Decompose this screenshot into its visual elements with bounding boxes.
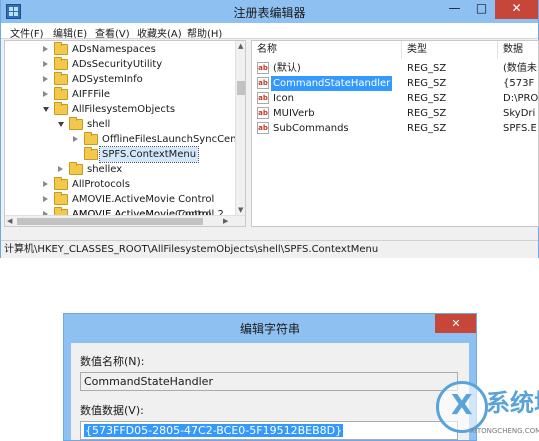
- key-tree-pane[interactable]: ADsNamespaces ADsSecurityUtility ADSyste…: [4, 40, 246, 227]
- status-bar-path: 计算机\HKEY_CLASSES_ROOT\AllFilesystemObjec…: [1, 240, 538, 258]
- value-type: REG_SZ: [407, 93, 447, 104]
- string-value-icon: ab: [257, 77, 269, 89]
- expand-arrow-icon[interactable]: [43, 46, 48, 52]
- folder-open-icon: [69, 117, 83, 130]
- folder-icon: [54, 42, 68, 55]
- folder-icon: [84, 147, 98, 160]
- expand-arrow-icon[interactable]: [73, 136, 78, 142]
- folder-icon: [69, 162, 83, 175]
- menu-view[interactable]: 查看(V): [95, 25, 130, 40]
- dialog-body: 数值名称(N): CommandStateHandler 数值数据(V): {5…: [71, 343, 469, 440]
- close-button[interactable]: ✕: [495, 0, 538, 19]
- expand-arrow-icon[interactable]: [43, 76, 48, 82]
- tree-horizontal-scrollbar[interactable]: ◀ ▶: [5, 215, 245, 226]
- title-bar[interactable]: 注册表编辑器 — □ ✕: [1, 0, 538, 23]
- menu-bar: 文件(F) 编辑(E) 查看(V) 收藏夹(A) 帮助(H): [1, 23, 538, 40]
- scroll-up-icon[interactable]: ▲: [238, 42, 243, 51]
- string-value-icon: ab: [257, 92, 269, 104]
- tree-item-label: shell: [87, 119, 111, 130]
- value-type: REG_SZ: [407, 78, 447, 89]
- folder-icon: [54, 57, 68, 70]
- collapse-arrow-icon[interactable]: [43, 107, 49, 112]
- expand-arrow-icon[interactable]: [43, 181, 48, 187]
- value-data: (数值未: [503, 63, 537, 74]
- string-value-icon: ab: [257, 122, 269, 134]
- watermark-logo: X 系统城 XITONGCHENG.COM: [434, 377, 539, 441]
- tree-item-label: ADsSecurityUtility: [72, 59, 163, 70]
- value-row[interactable]: ab (默认) REG_SZ (数值未: [252, 61, 538, 76]
- value-data: SPFS.E: [503, 123, 537, 134]
- string-value-icon: ab: [257, 62, 269, 74]
- folder-icon: [84, 132, 98, 145]
- tree-vertical-scrollbar[interactable]: ▲ ▼: [235, 41, 245, 216]
- value-data: {573F: [503, 78, 535, 89]
- tree-item-label: AMOVIE.ActiveMovie Control: [72, 194, 215, 205]
- collapse-arrow-icon[interactable]: [58, 122, 64, 127]
- expand-arrow-icon[interactable]: [58, 166, 63, 172]
- folder-open-icon: [54, 102, 68, 115]
- value-type: REG_SZ: [407, 63, 447, 74]
- expand-arrow-icon[interactable]: [43, 196, 48, 202]
- value-type: REG_SZ: [407, 108, 447, 119]
- value-name-label: 数值名称(N):: [80, 355, 145, 368]
- minimize-button[interactable]: —: [441, 0, 468, 19]
- folder-icon: [54, 177, 68, 190]
- value-name: SubCommands: [273, 123, 349, 134]
- scroll-right-icon[interactable]: ▶: [223, 217, 228, 226]
- watermark-text: 系统城: [486, 389, 539, 417]
- value-data-label: 数值数据(V):: [80, 404, 144, 417]
- menu-file[interactable]: 文件(F): [10, 25, 44, 40]
- menu-favorites[interactable]: 收藏夹(A): [137, 25, 182, 40]
- menu-edit[interactable]: 编辑(E): [53, 25, 87, 40]
- expand-arrow-icon[interactable]: [43, 61, 48, 67]
- column-header-data[interactable]: 数据: [498, 41, 538, 59]
- menu-help[interactable]: 帮助(H): [187, 25, 222, 40]
- value-row-selected[interactable]: ab CommandStateHandler REG_SZ {573F: [252, 76, 538, 91]
- value-data-field[interactable]: {573FFD05-2805-47C2-BCE0-5F19512BEB8D}: [80, 421, 458, 440]
- registry-editor-window: 注册表编辑器 — □ ✕ 文件(F) 编辑(E) 查看(V) 收藏夹(A) 帮助…: [0, 0, 539, 258]
- value-name-field[interactable]: CommandStateHandler: [80, 372, 458, 391]
- folder-icon: [54, 192, 68, 205]
- watermark-x-icon: X: [451, 388, 473, 421]
- scroll-left-icon[interactable]: ◀: [7, 217, 12, 226]
- expand-arrow-icon[interactable]: [43, 91, 48, 97]
- tree-item-label: AIFFFile: [72, 89, 111, 100]
- value-name: Icon: [273, 93, 294, 104]
- value-row[interactable]: ab SubCommands REG_SZ SPFS.E: [252, 121, 538, 136]
- scroll-down-icon[interactable]: ▼: [238, 206, 243, 215]
- value-name: MUIVerb: [273, 108, 315, 119]
- value-data-text: {573FFD05-2805-47C2-BCE0-5F19512BEB8D}: [84, 424, 344, 437]
- value-row[interactable]: ab Icon REG_SZ D:\PRO: [252, 91, 538, 106]
- scrollbar-thumb[interactable]: [17, 218, 203, 225]
- value-row[interactable]: ab MUIVerb REG_SZ SkyDri: [252, 106, 538, 121]
- values-list-pane[interactable]: 名称 类型 数据 ab (默认) REG_SZ (数值未 ab CommandS…: [251, 40, 539, 227]
- value-type: REG_SZ: [407, 123, 447, 134]
- string-value-icon: ab: [257, 107, 269, 119]
- scrollbar-thumb[interactable]: [237, 81, 245, 95]
- watermark-url: XITONGCHENG.COM: [470, 427, 539, 435]
- dialog-close-button[interactable]: ✕: [435, 314, 476, 333]
- folder-icon: [54, 72, 68, 85]
- edit-string-dialog: 编辑字符串 ✕ 数值名称(N): CommandStateHandler 数值数…: [63, 313, 477, 441]
- folder-icon: [54, 87, 68, 100]
- tree-item-label: ADSystemInfo: [72, 74, 143, 85]
- value-data: D:\PRO: [503, 93, 539, 104]
- tree-item-label: AllFilesystemObjects: [72, 104, 176, 115]
- tree-item-label: AllProtocols: [72, 179, 130, 190]
- column-header-name[interactable]: 名称: [252, 41, 402, 59]
- tree-item-label: SPFS.ContextMenu: [98, 146, 200, 163]
- value-name: (默认): [273, 63, 301, 74]
- maximize-button[interactable]: □: [468, 0, 495, 19]
- value-name: CommandStateHandler: [271, 76, 393, 91]
- column-header-type[interactable]: 类型: [402, 41, 498, 59]
- value-data: SkyDri: [503, 108, 536, 119]
- tree-item-label: ADsNamespaces: [72, 44, 156, 55]
- dialog-title: 编辑字符串: [239, 322, 300, 336]
- tree-item-label: shellex: [87, 164, 123, 175]
- tree-item-label: OfflineFilesLaunchSyncCenter: [102, 134, 246, 145]
